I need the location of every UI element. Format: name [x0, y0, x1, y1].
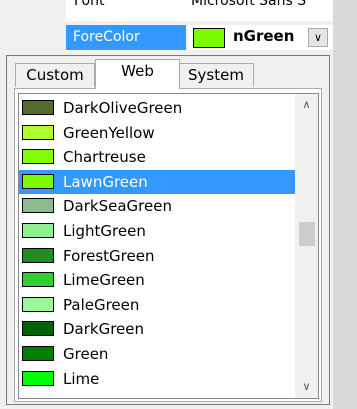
color-name: LightGreen	[63, 222, 146, 240]
tab-panel-web: DarkOliveGreen GreenYellow Chartreuse LawnG…	[14, 88, 322, 402]
color-swatch	[22, 296, 54, 312]
color-name: DarkOliveGreen	[63, 99, 183, 117]
color-list-item[interactable]: Chartreuse	[19, 145, 295, 169]
color-list-item[interactable]: LawnGreen	[19, 169, 295, 194]
color-swatch	[22, 346, 54, 361]
color-picker-popup: Custom Web System DarkOliveGreen GreenYel…	[6, 55, 330, 405]
chevron-down-icon[interactable]: ∨	[295, 376, 318, 398]
color-name: Chartreuse	[63, 148, 146, 167]
color-swatch	[22, 173, 54, 189]
color-list-item[interactable]: DarkSeaGreen	[19, 194, 295, 218]
tab-system[interactable]: System	[178, 63, 254, 87]
color-name: ForestGreen	[63, 246, 155, 265]
color-list[interactable]: DarkOliveGreen GreenYellow Chartreuse LawnG…	[18, 93, 319, 399]
color-name: Green	[63, 345, 109, 363]
color-swatch	[22, 223, 54, 238]
property-value-text: nGreen	[233, 27, 295, 45]
color-swatch	[22, 124, 54, 140]
color-name: DarkGreen	[63, 320, 145, 339]
chevron-up-icon[interactable]: ∧	[295, 94, 318, 116]
dropdown-button[interactable]: ∨	[308, 28, 328, 47]
color-list-item[interactable]: DarkOliveGreen	[19, 96, 295, 120]
color-swatch	[22, 321, 54, 337]
property-name-forecolor[interactable]: ForeColor	[66, 25, 186, 50]
property-row-forecolor[interactable]: ForeColor nGreen ∨	[66, 25, 333, 50]
color-list-item[interactable]: DarkGreen	[19, 317, 295, 341]
chevron-down-icon: ∨	[313, 31, 323, 44]
color-list-item[interactable]: ForestGreen	[19, 244, 295, 268]
property-row-font[interactable]: Font Microsoft Sans S	[66, 0, 333, 22]
color-name: LawnGreen	[63, 172, 148, 191]
property-grid-scrollbar[interactable]	[333, 0, 357, 409]
tab-web[interactable]: Web	[95, 59, 180, 89]
color-name: LimeGreen	[63, 271, 145, 290]
list-scrollbar[interactable]: ∧ ∨	[295, 94, 318, 398]
color-swatch	[22, 272, 54, 288]
color-swatch	[22, 198, 54, 214]
property-value: Microsoft Sans S	[191, 0, 307, 9]
color-list-item[interactable]: Lime	[19, 367, 295, 391]
color-name: GreenYellow	[63, 123, 155, 142]
color-list-item[interactable]: GreenYellow	[19, 121, 295, 145]
color-list-item[interactable]: Green	[19, 342, 295, 366]
property-value-forecolor[interactable]: nGreen ∨	[188, 25, 333, 50]
color-list-item[interactable]: LightGreen	[19, 219, 295, 243]
color-swatch	[22, 370, 54, 386]
property-name: Font	[74, 0, 105, 9]
color-list-item[interactable]: LimeGreen	[19, 268, 295, 292]
color-swatch	[22, 100, 54, 115]
color-name: Lime	[63, 369, 100, 388]
tab-custom[interactable]: Custom	[15, 63, 95, 87]
color-swatch	[22, 247, 54, 263]
color-name: PaleGreen	[63, 295, 140, 314]
color-list-item[interactable]: PaleGreen	[19, 293, 295, 317]
color-swatch	[193, 28, 225, 48]
color-swatch	[22, 149, 54, 165]
scroll-thumb[interactable]	[299, 222, 315, 246]
color-name: DarkSeaGreen	[63, 197, 172, 216]
